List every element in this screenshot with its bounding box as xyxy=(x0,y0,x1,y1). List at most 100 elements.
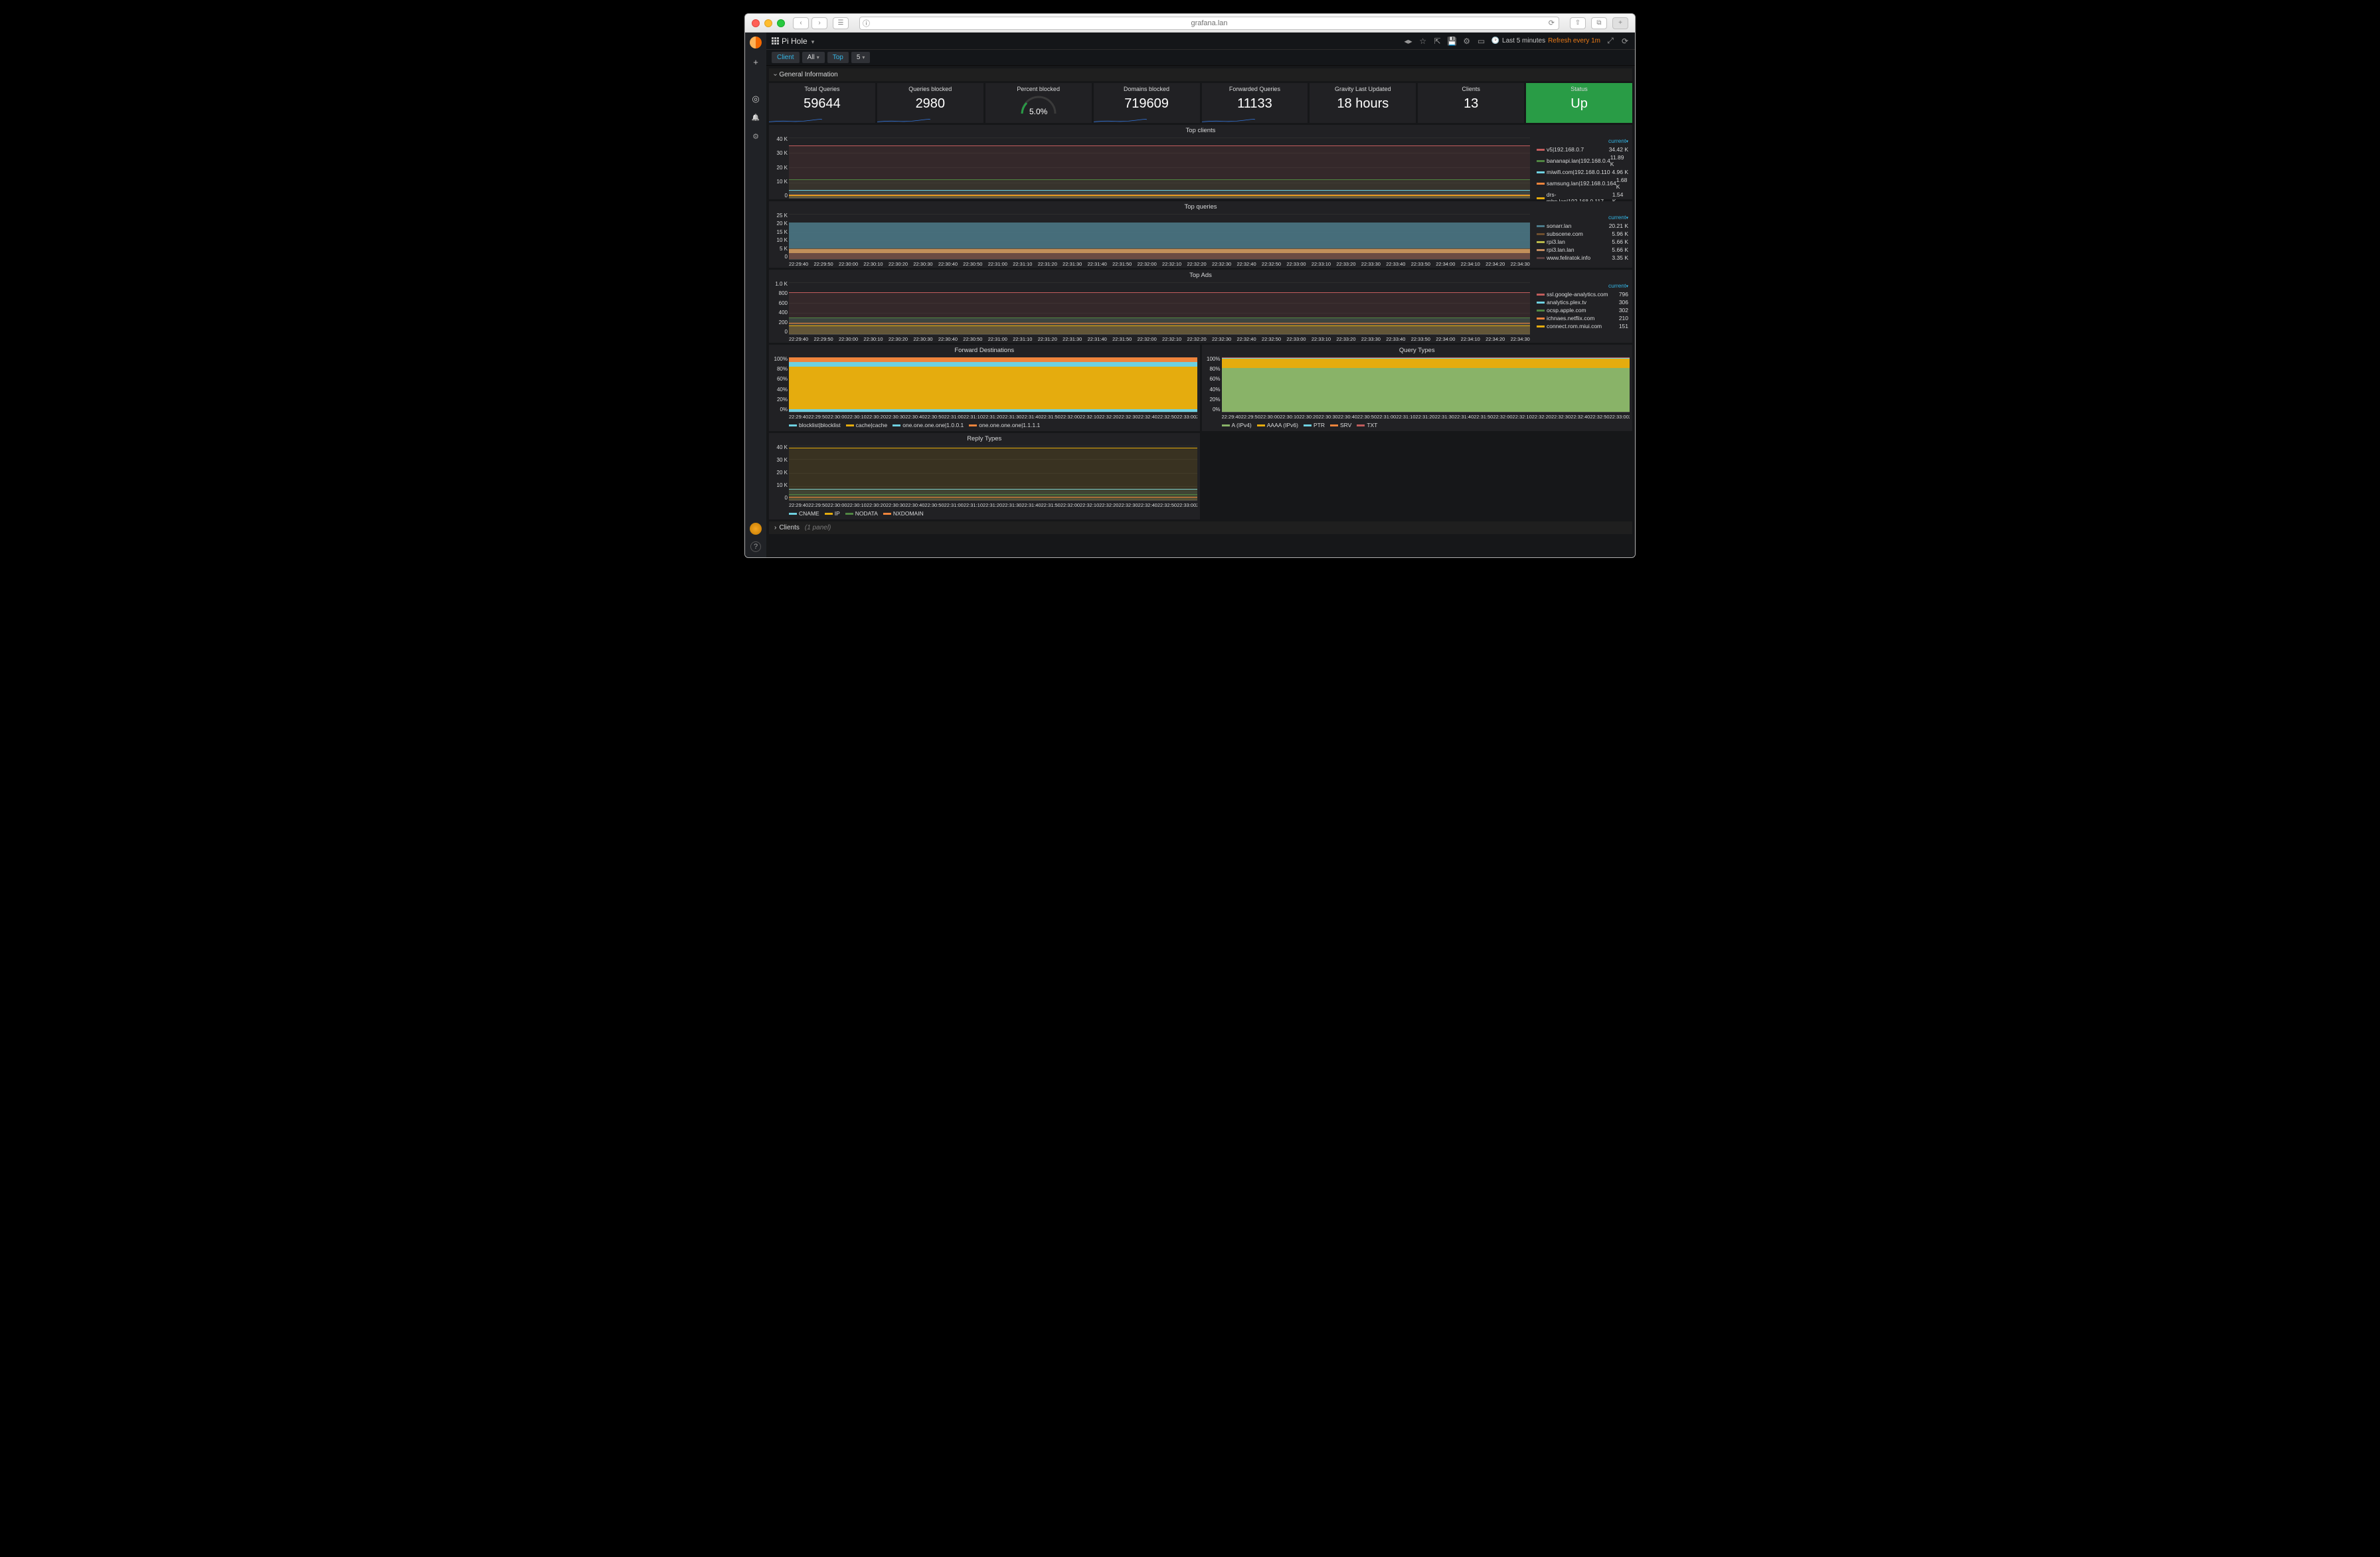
time-range-picker[interactable]: 🕑 Last 5 minutes Refresh every 1m xyxy=(1491,37,1600,45)
legend-item[interactable]: one.one.one.one|1.0.0.1 xyxy=(892,422,964,428)
create-icon[interactable] xyxy=(750,56,761,67)
stat-title: Percent blocked xyxy=(1017,86,1060,92)
panel-reply-types[interactable]: Reply Types40 K30 K20 K10 K022:29:4022:2… xyxy=(769,433,1200,519)
panel-title: Reply Types xyxy=(769,433,1200,444)
legend-item[interactable]: ssl.google-analytics.com796 xyxy=(1537,290,1628,298)
refresh-text: Refresh every 1m xyxy=(1548,37,1600,45)
y-axis: 1.0 K8006004002000 xyxy=(770,281,788,335)
stat-title: Domains blocked xyxy=(1124,86,1169,92)
reload-icon[interactable]: ⟳ xyxy=(1549,19,1555,27)
help-icon[interactable] xyxy=(750,541,761,552)
var-client-value[interactable]: All xyxy=(802,52,825,63)
dashboards-icon[interactable] xyxy=(750,75,761,86)
legend-item[interactable]: NODATA xyxy=(845,510,878,517)
grafana-app: Pi Hole ◂▸ ☆ ⇱ 💾 ⚙ ▭ 🕑 Last 5 minutes Re… xyxy=(745,33,1635,557)
stat-value: 59644 xyxy=(804,96,841,112)
legend-item[interactable]: SRV xyxy=(1330,422,1351,428)
legend-item[interactable]: IP xyxy=(825,510,840,517)
stat-panel[interactable]: Clients 13 xyxy=(1418,83,1524,123)
stat-panel[interactable]: StatusUp xyxy=(1526,83,1632,123)
legend-item[interactable]: A (IPv4) xyxy=(1222,422,1252,428)
url-text: grafana.lan xyxy=(1191,19,1227,27)
legend-item[interactable]: analytics.plex.tv306 xyxy=(1537,298,1628,306)
panel-top-queries[interactable]: Top queries25 K20 K15 K10 K5 K022:29:402… xyxy=(769,201,1632,268)
legend-item[interactable]: samsung.lan|192.168.0.1641.68 K xyxy=(1537,176,1628,191)
config-icon[interactable] xyxy=(750,131,761,141)
stat-value: 18 hours xyxy=(1337,96,1389,112)
tv-icon[interactable]: ▭ xyxy=(1477,37,1486,46)
legend-item[interactable]: TXT xyxy=(1357,422,1377,428)
legend-item[interactable]: AAAA (IPv6) xyxy=(1257,422,1298,428)
legend-item[interactable]: bananapi.lan|192.168.0.411.89 K xyxy=(1537,153,1628,168)
row-clients[interactable]: Clients (1 panel) xyxy=(769,521,1632,534)
legend-item[interactable]: ichnaes.netflix.com210 xyxy=(1537,314,1628,322)
stat-panel[interactable]: Total Queries59644 xyxy=(769,83,875,123)
refresh-icon[interactable]: ⟳ xyxy=(1620,37,1630,46)
row-general[interactable]: General Information xyxy=(769,68,1632,81)
legend-item[interactable]: NXDOMAIN xyxy=(883,510,924,517)
legend-item[interactable]: www.feliratok.info3.35 K xyxy=(1537,254,1628,262)
legend-item[interactable]: blocklist|blocklist xyxy=(789,422,841,428)
chevron-down-icon xyxy=(810,37,815,46)
zoom-out-icon[interactable]: ⤢ xyxy=(1606,37,1615,46)
var-client-label: Client xyxy=(772,52,800,63)
alerting-icon[interactable] xyxy=(750,112,761,123)
minimize-window[interactable] xyxy=(764,19,772,27)
stat-title: Forwarded Queries xyxy=(1229,86,1280,92)
legend-item[interactable]: rpi3.lan.lan5.66 K xyxy=(1537,246,1628,254)
stat-title: Clients xyxy=(1462,86,1480,92)
stat-panel[interactable]: Queries blocked2980 xyxy=(877,83,983,123)
close-window[interactable] xyxy=(752,19,760,27)
legend-item[interactable]: v5|192.168.0.734.42 K xyxy=(1537,145,1628,153)
panel-title: Top queries xyxy=(769,201,1632,213)
x-axis: 22:29:4022:29:5022:30:0022:30:1022:30:20… xyxy=(789,336,1530,343)
row-two-col-a: Forward Destinations100%80%60%40%20%0%22… xyxy=(769,345,1632,431)
panel-top-ads[interactable]: Top Ads1.0 K800600400200022:29:4022:29:5… xyxy=(769,270,1632,343)
dashboard-title: Pi Hole xyxy=(782,37,808,46)
panel-query-types[interactable]: Query Types100%80%60%40%20%0%22:29:4022:… xyxy=(1202,345,1633,431)
forward-button[interactable]: › xyxy=(811,17,827,29)
sidebar-toggle[interactable]: ☰ xyxy=(833,17,849,29)
explore-icon[interactable] xyxy=(750,94,761,104)
star-icon[interactable]: ☆ xyxy=(1418,37,1428,46)
legend-item[interactable]: PTR xyxy=(1304,422,1325,428)
share-icon[interactable]: ⇱ xyxy=(1433,37,1442,46)
save-icon[interactable]: 💾 xyxy=(1448,37,1457,46)
y-axis: 25 K20 K15 K10 K5 K0 xyxy=(770,213,788,260)
legend-item[interactable]: sonarr.lan20.21 K xyxy=(1537,222,1628,230)
stat-panel[interactable]: Gravity Last Updated18 hours xyxy=(1310,83,1416,123)
tabs-button[interactable]: ⧉ xyxy=(1591,17,1607,29)
stat-title: Status xyxy=(1571,86,1588,92)
url-bar[interactable]: ⓘ grafana.lan ⟳ xyxy=(859,17,1559,30)
legend-item[interactable]: rpi3.lan5.66 K xyxy=(1537,238,1628,246)
legend-item[interactable]: cache|cache xyxy=(846,422,888,428)
user-avatar[interactable] xyxy=(750,523,762,535)
maximize-window[interactable] xyxy=(777,19,785,27)
legend: CNAME IP NODATA NXDOMAIN xyxy=(769,509,1200,519)
back-button[interactable]: ‹ xyxy=(793,17,809,29)
stat-panel[interactable]: Domains blocked719609 xyxy=(1094,83,1200,123)
grafana-sidebar xyxy=(745,33,766,557)
legend-item[interactable]: ocsp.apple.com302 xyxy=(1537,306,1628,314)
stat-value: 13 xyxy=(1464,96,1478,112)
var-top-label: Top xyxy=(827,52,849,63)
legend-item[interactable]: subscene.com5.96 K xyxy=(1537,230,1628,238)
stat-panel[interactable]: Percent blocked5.0% xyxy=(985,83,1092,123)
legend-item[interactable]: CNAME xyxy=(789,510,819,517)
stat-panel[interactable]: Forwarded Queries 11133 xyxy=(1202,83,1308,123)
stat-value: 11133 xyxy=(1237,96,1272,112)
panel-top-clients[interactable]: Top clients40 K30 K20 K10 K022:29:4022:2… xyxy=(769,125,1632,199)
share-button[interactable]: ⇧ xyxy=(1570,17,1586,29)
dashboard-picker[interactable]: Pi Hole xyxy=(772,37,814,46)
legend-item[interactable]: miwifi.com|192.168.0.1104.96 K xyxy=(1537,168,1628,176)
panel-title: Top clients xyxy=(769,125,1632,136)
settings-icon[interactable]: ⚙ xyxy=(1462,37,1472,46)
panel-forward-destinations[interactable]: Forward Destinations100%80%60%40%20%0%22… xyxy=(769,345,1200,431)
cycle-view-icon[interactable]: ◂▸ xyxy=(1404,37,1413,46)
legend-item[interactable]: connect.rom.miui.com151 xyxy=(1537,322,1628,330)
new-tab-button[interactable]: + xyxy=(1612,17,1628,29)
grafana-logo[interactable] xyxy=(750,37,762,48)
var-top-value[interactable]: 5 xyxy=(851,52,871,63)
legend-item[interactable]: one.one.one.one|1.1.1.1 xyxy=(969,422,1040,428)
legend: blocklist|blocklist cache|cache one.one.on… xyxy=(769,420,1200,431)
